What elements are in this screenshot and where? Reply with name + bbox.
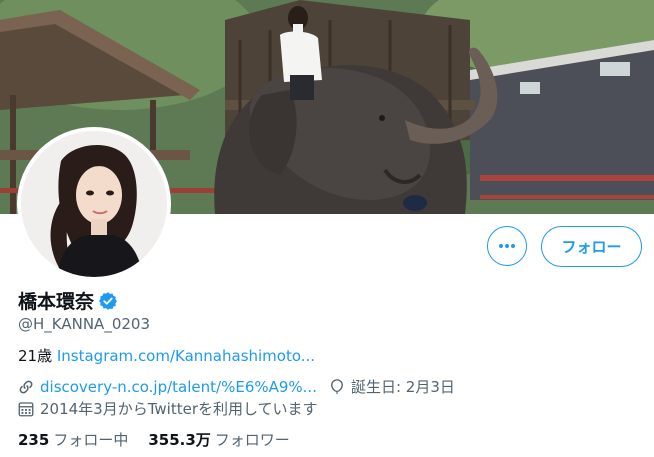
followers-label: フォロワー	[214, 431, 290, 449]
following-label: フォロー中	[53, 431, 129, 449]
profile-name-row: 橋本環奈	[18, 287, 118, 314]
followers-count: 355.3万	[148, 431, 211, 449]
website-link[interactable]: discovery-n.co.jp/talent/%E6%A9%...	[40, 378, 317, 396]
avatar-image	[21, 131, 167, 277]
profile-handle: @H_KANNA_0203	[18, 315, 150, 333]
verified-badge-icon[interactable]	[98, 291, 118, 311]
following-stat[interactable]: 235 フォロー中	[18, 429, 128, 450]
profile-meta-row-2: 2014年3月からTwitterを利用しています	[17, 398, 318, 419]
profile-bio: 21歳 Instagram.com/Kannahashimoto...	[18, 345, 315, 366]
avatar[interactable]	[21, 131, 167, 277]
followers-stat[interactable]: 355.3万 フォロワー	[148, 429, 289, 450]
birthday-text: 誕生日: 2月3日	[350, 378, 455, 396]
joined-text: 2014年3月からTwitterを利用しています	[40, 400, 318, 418]
profile-name: 橋本環奈	[18, 291, 95, 313]
follow-button[interactable]: フォロー	[541, 226, 642, 267]
more-icon	[499, 244, 515, 248]
profile-meta-row-1: discovery-n.co.jp/talent/%E6%A9%... 誕生日:…	[17, 376, 455, 397]
more-button[interactable]	[487, 226, 527, 266]
follow-button-label: フォロー	[561, 238, 622, 256]
balloon-icon	[331, 378, 343, 394]
bio-text: 21歳	[18, 347, 57, 365]
calendar-icon	[18, 401, 34, 416]
following-count: 235	[18, 431, 50, 449]
link-icon	[19, 380, 33, 393]
bio-link[interactable]: Instagram.com/Kannahashimoto...	[57, 347, 315, 365]
profile-stats: 235 フォロー中 355.3万 フォロワー	[18, 429, 290, 450]
